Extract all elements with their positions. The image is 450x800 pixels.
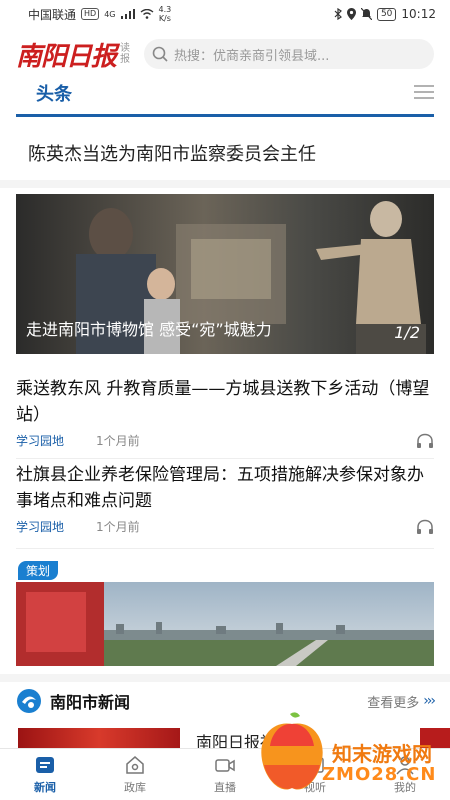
speed-value: 4.3 [158, 5, 172, 14]
top-headline[interactable]: 陈英杰当选为南阳市监察委员会主任 [28, 140, 316, 166]
hd-badge: HD [81, 8, 100, 20]
nav-policy[interactable]: 政库 [90, 749, 180, 800]
status-left: 中国联通 HD 4G 4.3 K/s [28, 5, 171, 23]
watermark-logo-icon [261, 712, 323, 790]
nav-label: 政库 [124, 781, 146, 794]
news-meta: 学习园地 1个月前 [16, 432, 434, 449]
news-icon [36, 757, 54, 773]
site-watermark: 知末游戏网 ZMO28.CN [252, 710, 450, 800]
news-source[interactable]: 学习园地 [16, 518, 96, 535]
nav-label: 新闻 [34, 781, 56, 794]
app-logo[interactable]: 南阳日报 [16, 36, 117, 73]
battery-indicator: 50 [376, 7, 397, 21]
carousel-page-indicator: 1/2 [394, 323, 420, 342]
feature-tag: 策划 [18, 561, 59, 580]
search-bar[interactable]: 热搜：优商亲商引领县域... [144, 39, 434, 69]
home-icon [126, 756, 144, 774]
news-time: 1个月前 [96, 520, 140, 534]
network-speed: 4.3 K/s [159, 5, 172, 23]
feature-image [16, 582, 434, 666]
status-right: 50 10:12 [334, 7, 436, 21]
network-label: 4G [104, 9, 116, 19]
see-more-link[interactable]: 查看更多 [367, 692, 419, 711]
search-placeholder: 热搜：优商亲商引领县域... [174, 48, 330, 64]
news-item[interactable]: 社旗县企业养老保险管理局：五项措施解决参保对象办事堵点和难点问题 学习园地 1个… [16, 462, 434, 535]
signal-icon [120, 9, 135, 19]
see-more-arrows[interactable]: ››› [423, 693, 436, 709]
carrier-label: 中国联通 [28, 7, 77, 22]
section-logo-icon [17, 689, 41, 713]
news-title: 乘送教东风 升教育质量——方城县送教下乡活动（博望站） [16, 379, 430, 425]
app-header: 南阳日报 读报 热搜：优商亲商引领县域... [0, 32, 450, 76]
tab-headlines[interactable]: 头条 [36, 80, 72, 106]
location-icon [346, 8, 356, 20]
read-paper-link[interactable]: 读报 [120, 43, 132, 65]
headphone-icon[interactable] [416, 433, 434, 449]
news-source[interactable]: 学习园地 [16, 432, 96, 449]
item-separator [16, 458, 434, 459]
nav-news[interactable]: 新闻 [0, 749, 90, 800]
news-title: 社旗县企业养老保险管理局：五项措施解决参保对象办事堵点和难点问题 [16, 465, 424, 511]
mute-icon [360, 8, 372, 20]
carousel-caption: 走进南阳市博物馆 感受“宛”城魅力 [26, 320, 272, 339]
video-icon [215, 759, 235, 772]
nav-label: 直播 [214, 781, 236, 794]
item-separator [16, 548, 434, 549]
image-carousel[interactable]: 走进南阳市博物馆 感受“宛”城魅力 1/2 [16, 194, 434, 354]
headphone-icon[interactable] [416, 519, 434, 535]
channel-tabs: 头条 [0, 78, 450, 120]
channel-menu-icon[interactable] [414, 84, 434, 100]
news-time: 1个月前 [96, 434, 140, 448]
tab-underline [16, 114, 434, 117]
bluetooth-icon [334, 8, 342, 20]
section-divider [0, 180, 450, 188]
news-item[interactable]: 乘送教东风 升教育质量——方城县送教下乡活动（博望站） 学习园地 1个月前 [16, 376, 434, 449]
section-title: 南阳市新闻 [50, 693, 131, 712]
status-bar: 中国联通 HD 4G 4.3 K/s 50 10:12 [0, 0, 450, 28]
search-icon [152, 46, 168, 62]
speed-unit: K/s [158, 14, 171, 23]
wifi-icon [140, 9, 153, 19]
news-meta: 学习园地 1个月前 [16, 518, 434, 535]
watermark-title: 知末游戏网 [332, 742, 432, 766]
section-divider [0, 674, 450, 682]
clock: 10:12 [401, 7, 436, 21]
feature-banner[interactable] [16, 582, 434, 666]
watermark-url: ZMO28.CN [322, 764, 437, 785]
